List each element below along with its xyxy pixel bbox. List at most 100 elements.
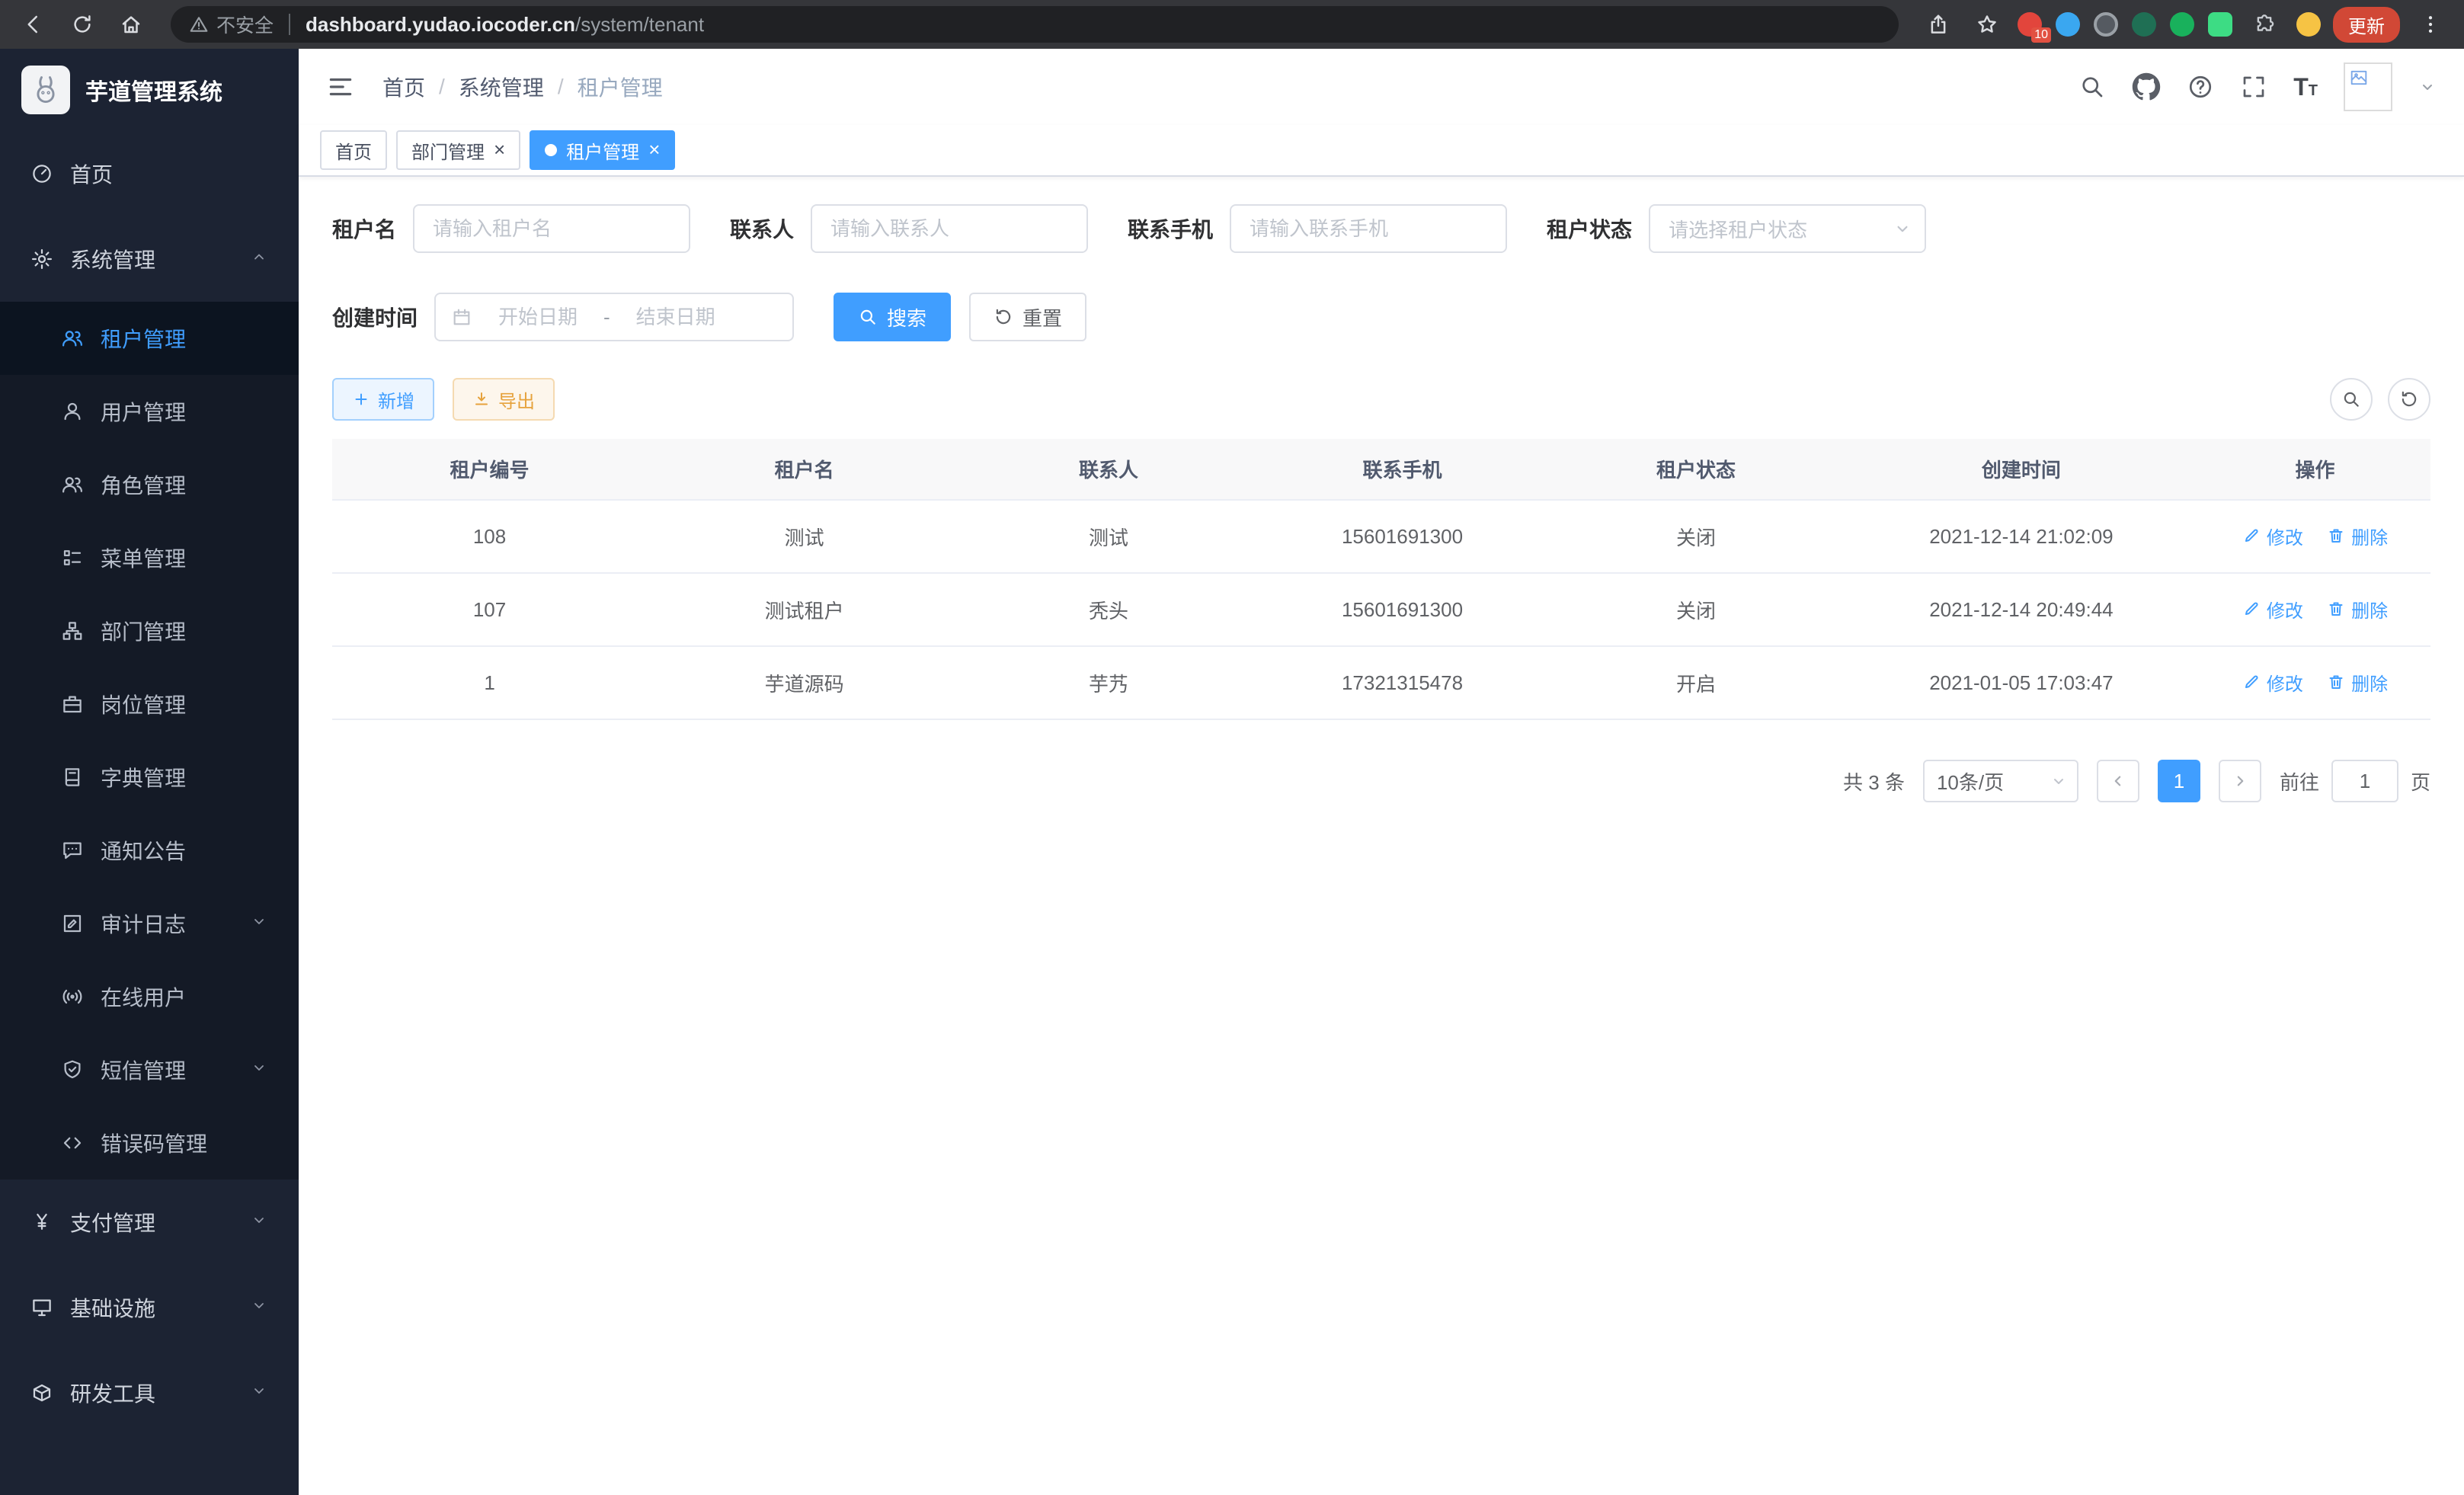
filter-label: 租户状态 [1547, 213, 1632, 244]
delete-link[interactable]: 删除 [2327, 523, 2388, 549]
sidebar-item-system[interactable]: 系统管理 [0, 216, 299, 302]
toggle-search-button[interactable] [2330, 378, 2373, 421]
filter-row-2: 创建时间 - 搜索 重置 [332, 293, 2430, 341]
book-icon [61, 766, 84, 789]
chrome-update-button[interactable]: 更新 [2333, 7, 2400, 43]
goto-page-input[interactable] [2331, 760, 2398, 802]
sidebar-item-infra[interactable]: 基础设施 [0, 1265, 299, 1350]
extension-icon-ring[interactable] [2094, 12, 2118, 37]
header-search-icon[interactable] [2078, 73, 2106, 101]
date-range-separator: - [603, 306, 610, 329]
sidebar-fold-button[interactable] [326, 72, 355, 101]
goto-page: 前往 页 [2280, 760, 2430, 802]
sidebar-item-dept[interactable]: 部门管理 [0, 594, 299, 667]
logo[interactable]: 芋道管理系统 [0, 49, 299, 131]
edit-link[interactable]: 修改 [2242, 669, 2303, 696]
export-button[interactable]: 导出 [453, 378, 555, 421]
edit-link[interactable]: 修改 [2242, 523, 2303, 549]
search-button[interactable]: 搜索 [834, 293, 951, 341]
sidebar-item-tenant[interactable]: 租户管理 [0, 302, 299, 375]
prev-page-button[interactable] [2097, 760, 2139, 802]
extension-badge: 10 [2031, 27, 2051, 43]
sidebar-item-notice[interactable]: 通知公告 [0, 814, 299, 887]
phone-input[interactable] [1230, 204, 1507, 253]
sidebar-item-user[interactable]: 用户管理 [0, 375, 299, 448]
edit-link[interactable]: 修改 [2242, 596, 2303, 623]
cell-phone: 17321315478 [1256, 646, 1550, 719]
next-page-button[interactable] [2219, 760, 2261, 802]
filter-label: 联系手机 [1128, 213, 1213, 244]
extension-icon-green-square[interactable] [2208, 12, 2232, 37]
sidebar-item-label: 错误码管理 [101, 1128, 207, 1158]
end-date-input[interactable] [619, 306, 732, 329]
start-date-input[interactable] [482, 306, 594, 329]
sidebar-item-role[interactable]: 角色管理 [0, 448, 299, 521]
browser-home-button[interactable] [113, 6, 149, 43]
breadcrumb-system[interactable]: 系统管理 [459, 72, 544, 102]
reset-button[interactable]: 重置 [969, 293, 1086, 341]
extension-icon-green-circle[interactable] [2170, 12, 2194, 37]
avatar[interactable] [2344, 62, 2392, 111]
sidebar-item-home[interactable]: 首页 [0, 131, 299, 216]
add-button[interactable]: 新增 [332, 378, 434, 421]
extensions-puzzle-icon[interactable] [2246, 6, 2283, 43]
breadcrumb-home[interactable]: 首页 [382, 72, 425, 102]
close-icon[interactable] [494, 139, 505, 162]
delete-label: 删除 [2351, 596, 2388, 623]
share-button[interactable] [1920, 6, 1957, 43]
refresh-table-button[interactable] [2388, 378, 2430, 421]
cell-status: 关闭 [1549, 573, 1843, 646]
sidebar-item-label: 短信管理 [101, 1055, 186, 1085]
divider [289, 14, 290, 35]
font-size-icon[interactable] [2293, 75, 2318, 99]
date-range-picker[interactable]: - [434, 293, 794, 341]
sidebar-item-menu[interactable]: 菜单管理 [0, 521, 299, 594]
extension-icon-blue[interactable] [2056, 12, 2080, 37]
github-icon[interactable] [2132, 72, 2161, 101]
sidebar-item-label: 基础设施 [70, 1292, 155, 1323]
col-header-status: 租户状态 [1549, 439, 1843, 500]
tab-tenant[interactable]: 租户管理 [530, 130, 675, 170]
dashboard-icon [30, 162, 53, 185]
sidebar-item-online-user[interactable]: 在线用户 [0, 960, 299, 1033]
sidebar-item-tools[interactable]: 研发工具 [0, 1350, 299, 1436]
delete-link[interactable]: 删除 [2327, 596, 2388, 623]
tab-home[interactable]: 首页 [320, 130, 387, 170]
cell-name: 测试 [647, 500, 962, 573]
sidebar-item-pay[interactable]: 支付管理 [0, 1180, 299, 1265]
extension-icon-red[interactable]: 10 [2018, 12, 2042, 37]
help-icon[interactable] [2187, 73, 2214, 101]
active-dot [545, 144, 557, 156]
app-header: 首页 / 系统管理 / 租户管理 [299, 49, 2464, 125]
browser-back-button[interactable] [15, 6, 52, 43]
sidebar-item-audit-log[interactable]: 审计日志 [0, 887, 299, 960]
extension-icon-yellow[interactable] [2296, 12, 2321, 37]
chevron-down-icon [250, 1058, 268, 1082]
sidebar-item-errorcode[interactable]: 错误码管理 [0, 1106, 299, 1180]
col-header-phone: 联系手机 [1256, 439, 1550, 500]
extensions-row: 10 [2018, 6, 2321, 43]
address-bar[interactable]: 不安全 dashboard.yudao.iocoder.cn/system/te… [171, 6, 1899, 43]
edit-label: 修改 [2267, 596, 2303, 623]
sidebar-item-post[interactable]: 岗位管理 [0, 667, 299, 741]
page-number-current[interactable]: 1 [2158, 760, 2200, 802]
security-chip[interactable]: 不安全 [189, 11, 274, 38]
cell-id: 108 [332, 500, 647, 573]
close-icon[interactable] [648, 139, 660, 162]
contact-input[interactable] [811, 204, 1088, 253]
page: 不安全 dashboard.yudao.iocoder.cn/system/te… [0, 0, 2464, 1495]
tenant-name-input[interactable] [413, 204, 690, 253]
chrome-menu-button[interactable] [2412, 6, 2449, 43]
status-select[interactable]: 请选择租户状态 [1649, 204, 1926, 253]
tab-dept[interactable]: 部门管理 [396, 130, 520, 170]
page-size-select[interactable]: 10条/页 [1923, 760, 2078, 802]
calendar-icon [451, 306, 472, 328]
sidebar-item-sms[interactable]: 短信管理 [0, 1033, 299, 1106]
delete-link[interactable]: 删除 [2327, 669, 2388, 696]
sidebar-item-dict[interactable]: 字典管理 [0, 741, 299, 814]
browser-reload-button[interactable] [64, 6, 101, 43]
bookmark-star-button[interactable] [1969, 6, 2005, 43]
extension-icon-darkgreen[interactable] [2132, 12, 2156, 37]
avatar-dropdown-caret-icon[interactable] [2418, 78, 2437, 96]
fullscreen-icon[interactable] [2240, 73, 2267, 101]
